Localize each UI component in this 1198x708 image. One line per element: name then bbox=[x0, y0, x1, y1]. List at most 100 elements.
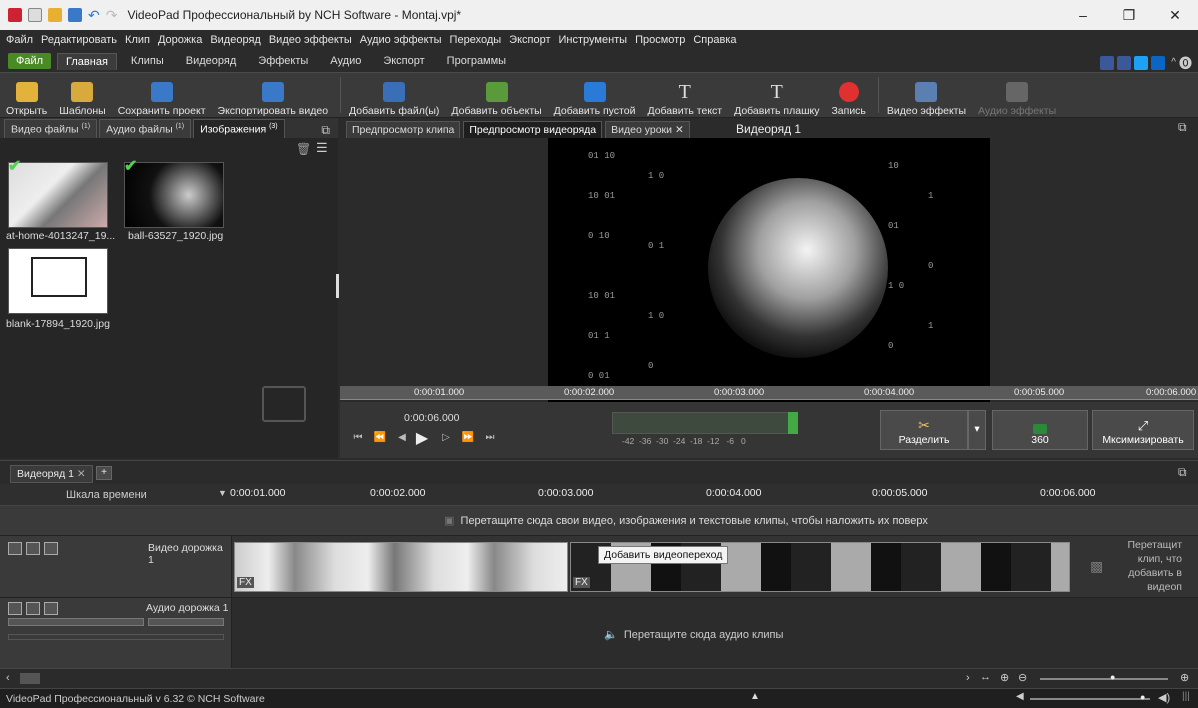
templates-button[interactable]: Шаблоны bbox=[55, 73, 109, 117]
tab-file[interactable]: Файл bbox=[8, 53, 52, 69]
menu-track[interactable]: Дорожка bbox=[158, 34, 202, 46]
zoom-slider[interactable] bbox=[1040, 678, 1168, 680]
tab-audio-files[interactable]: Аудио файлы (1) bbox=[99, 118, 192, 138]
tab-programs[interactable]: Программы bbox=[439, 53, 514, 69]
menu-edit[interactable]: Редактировать bbox=[41, 34, 117, 46]
media-thumb-home[interactable] bbox=[8, 162, 108, 228]
add-objects-button[interactable]: Добавить объекты bbox=[447, 73, 545, 117]
undo-icon[interactable]: ↶ bbox=[88, 7, 100, 24]
menu-help[interactable]: Справка bbox=[693, 34, 736, 46]
collapse-track-icon[interactable] bbox=[8, 602, 22, 615]
split-button[interactable]: ✂ Разделить bbox=[880, 410, 968, 450]
tab-sequence[interactable]: Видеоряд bbox=[178, 53, 245, 69]
zoom-out-icon[interactable]: ⊖ bbox=[1018, 671, 1027, 684]
lock-icon[interactable] bbox=[44, 602, 58, 615]
open-button[interactable]: Открыть bbox=[2, 73, 51, 117]
panel-splitter[interactable] bbox=[336, 274, 339, 298]
menu-sequence[interactable]: Видеоряд bbox=[210, 34, 261, 46]
tab-home[interactable]: Главная bbox=[57, 52, 117, 70]
visibility-icon[interactable] bbox=[26, 542, 40, 555]
scroll-thumb[interactable] bbox=[20, 673, 40, 684]
timeline-ruler[interactable]: Шкала времени ▼ 0:00:01.000 0:00:02.000 … bbox=[0, 484, 1198, 506]
tab-video-files[interactable]: Видео файлы (1) bbox=[4, 118, 98, 138]
open-icon[interactable] bbox=[48, 8, 62, 22]
time-scale-dropdown-icon[interactable]: ▼ bbox=[218, 488, 227, 498]
menu-tools[interactable]: Инструменты bbox=[559, 34, 628, 46]
video-clip-home[interactable]: FX bbox=[234, 542, 568, 592]
add-plate-button[interactable]: T Добавить плашку bbox=[730, 73, 823, 117]
media-thumb-ball[interactable] bbox=[124, 162, 224, 228]
prev-frame-icon[interactable]: ⏪ bbox=[372, 432, 388, 446]
add-blank-button[interactable]: Добавить пустой bbox=[550, 73, 640, 117]
vr-360-button[interactable]: 360 bbox=[992, 410, 1088, 450]
add-files-button[interactable]: Добавить файл(ы) bbox=[345, 73, 443, 117]
tab-video-tutorials[interactable]: Видео уроки ✕ bbox=[605, 121, 690, 138]
tab-images[interactable]: Изображения (3) bbox=[193, 118, 285, 138]
menu-export[interactable]: Экспорт bbox=[509, 34, 550, 46]
minimize-button[interactable]: – bbox=[1060, 0, 1106, 30]
record-button[interactable]: Запись bbox=[827, 73, 869, 117]
split-dropdown[interactable]: ▾ bbox=[968, 410, 986, 450]
play-icon[interactable]: ▶ bbox=[414, 428, 430, 447]
tab-effects[interactable]: Эффекты bbox=[250, 53, 316, 69]
linkedin-icon[interactable] bbox=[1151, 55, 1166, 70]
expand-up-icon[interactable]: ▲ bbox=[750, 691, 760, 702]
undock-icon[interactable]: ⧉ bbox=[1178, 465, 1187, 480]
video-effects-button[interactable]: Видео эффекты bbox=[883, 73, 970, 117]
add-sequence-icon[interactable]: + bbox=[96, 466, 112, 480]
tab-clips[interactable]: Клипы bbox=[123, 53, 172, 69]
menu-file[interactable]: Файл bbox=[6, 34, 33, 46]
master-volume-thumb[interactable]: ● bbox=[1140, 692, 1145, 702]
facebook-icon[interactable] bbox=[1117, 55, 1132, 70]
next-frame-icon[interactable]: ⏩ bbox=[460, 432, 476, 446]
undock-icon[interactable]: ⧉ bbox=[321, 123, 330, 138]
zoom-max-icon[interactable]: ⊕ bbox=[1180, 671, 1189, 684]
scroll-right-icon[interactable]: › bbox=[966, 672, 970, 684]
master-volume-slider[interactable] bbox=[1030, 698, 1150, 700]
collapse-ribbon-icon[interactable]: ^ bbox=[1171, 57, 1176, 68]
delete-icon[interactable]: 🗑 bbox=[296, 142, 311, 156]
media-thumb-blank[interactable] bbox=[8, 248, 108, 314]
save-project-button[interactable]: Сохранить проект bbox=[114, 73, 210, 117]
menu-clip[interactable]: Клип bbox=[125, 34, 150, 46]
add-text-button[interactable]: T Добавить текст bbox=[643, 73, 726, 117]
step-forward-icon[interactable]: ▷ bbox=[438, 432, 454, 446]
new-icon[interactable] bbox=[28, 8, 42, 22]
zoom-in-icon[interactable]: ⊕ bbox=[1000, 671, 1009, 684]
scroll-left-icon[interactable]: ‹ bbox=[6, 672, 10, 684]
go-end-icon[interactable]: ⏭ bbox=[482, 432, 498, 446]
fit-icon[interactable]: ↔ bbox=[980, 671, 991, 683]
export-video-button[interactable]: Экспортировать видео bbox=[214, 73, 333, 117]
twitter-icon[interactable] bbox=[1134, 55, 1149, 70]
volume-down-icon[interactable]: ◀ bbox=[1016, 691, 1024, 702]
menu-video-effects[interactable]: Видео эффекты bbox=[269, 34, 352, 46]
preview-ruler[interactable]: 0:00:01.000 0:00:02.000 0:00:03.000 0:00… bbox=[340, 386, 1198, 400]
menu-view[interactable]: Просмотр bbox=[635, 34, 685, 46]
close-button[interactable]: ✕ bbox=[1152, 0, 1198, 30]
lock-icon[interactable] bbox=[44, 542, 58, 555]
volume-slider[interactable] bbox=[8, 618, 144, 626]
zoom-slider-thumb[interactable]: ● bbox=[1110, 672, 1115, 682]
audio-effects-button[interactable]: Аудио эффекты bbox=[974, 73, 1060, 117]
fx-badge[interactable]: FX bbox=[237, 577, 254, 588]
timeline-scrollbar[interactable]: ‹ › ↔ ⊕ ⊖ ● ⊕ bbox=[0, 668, 1198, 688]
go-start-icon[interactable]: ⏮ bbox=[350, 432, 366, 446]
collapse-track-icon[interactable] bbox=[8, 542, 22, 555]
tab-export[interactable]: Экспорт bbox=[375, 53, 432, 69]
menu-audio-effects[interactable]: Аудио эффекты bbox=[360, 34, 442, 46]
tab-sequence-1[interactable]: Видеоряд 1 ✕ bbox=[10, 465, 93, 483]
undock-icon[interactable]: ⧉ bbox=[1178, 120, 1187, 135]
help-icon[interactable]: ⓿ bbox=[1179, 53, 1192, 72]
save-icon[interactable] bbox=[68, 8, 82, 22]
list-view-icon[interactable]: ☰ bbox=[316, 140, 328, 156]
tab-audio[interactable]: Аудио bbox=[322, 53, 369, 69]
redo-icon[interactable]: ↷ bbox=[106, 7, 118, 24]
speaker-icon[interactable]: ◀) bbox=[1158, 691, 1170, 704]
like-icon[interactable] bbox=[1100, 55, 1115, 70]
tab-clip-preview[interactable]: Предпросмотр клипа bbox=[346, 121, 461, 138]
fx-badge[interactable]: FX bbox=[573, 577, 590, 588]
maximize-button[interactable]: ⤢ Мксимизировать bbox=[1092, 410, 1194, 450]
overlay-track[interactable]: ▣ Перетащите сюда свои видео, изображени… bbox=[0, 506, 1198, 536]
restore-button[interactable]: ❐ bbox=[1106, 0, 1152, 30]
tab-sequence-preview[interactable]: Предпросмотр видеоряда bbox=[463, 121, 603, 138]
